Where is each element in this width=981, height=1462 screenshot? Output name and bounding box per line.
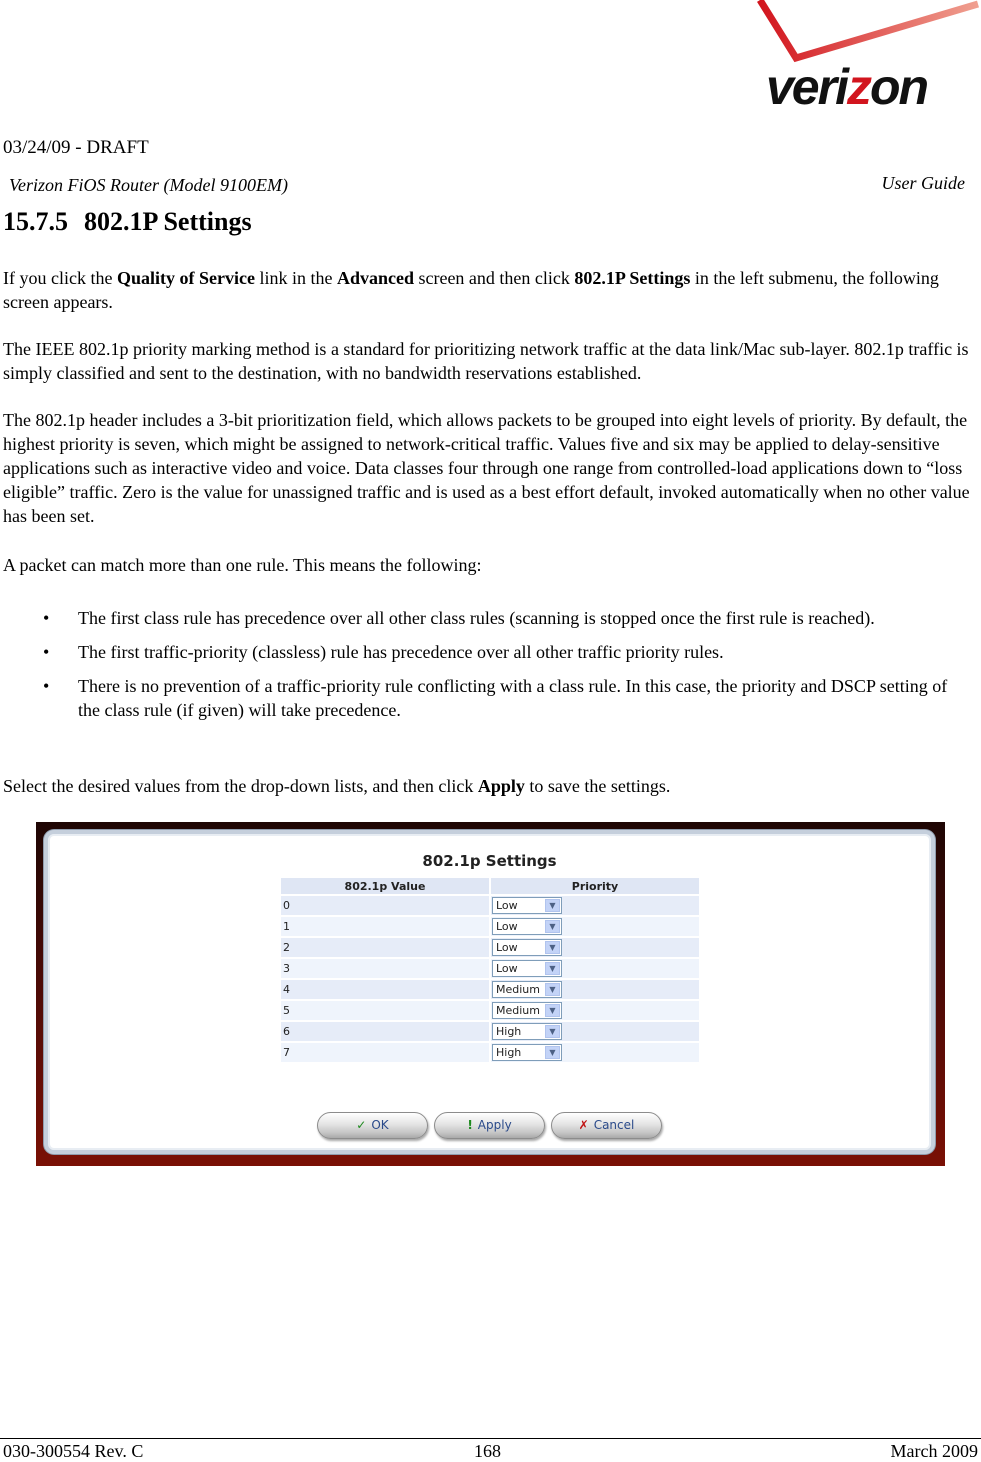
panel-title: 802.1p Settings xyxy=(422,852,557,870)
button-row: ✓ OK ! Apply ✗ Cancel xyxy=(48,1112,931,1139)
table-row: 1 Low ▼ xyxy=(281,916,699,938)
settings-screenshot: 802.1p Settings 802.1p Value Priority 0L… xyxy=(36,822,945,1166)
list-item: • The first class rule has precedence ove… xyxy=(43,608,875,628)
section-heading: 15.7.5 802.1P Settings xyxy=(3,207,252,237)
priority-cell: Low ▼ xyxy=(489,895,699,917)
priority-value-cell: 0 xyxy=(281,895,490,917)
ieee-paragraph: The IEEE 802.1p priority marking method … xyxy=(3,339,969,383)
priority-table: 802.1p Value Priority 0 Low ▼ 1 Low ▼ 2 Low ▼ 3 Lo… xyxy=(281,878,699,1064)
priority-selected-value: Medium xyxy=(496,983,540,996)
bullet-icon: • xyxy=(43,608,50,628)
priority-select[interactable]: High ▼ xyxy=(492,1023,562,1040)
logo-wordmark: verizon xyxy=(766,59,929,115)
chevron-down-icon[interactable]: ▼ xyxy=(545,1004,560,1017)
intro-paragraph: If you click the Quality of Service link… xyxy=(3,268,939,312)
rules-list: • The first class rule has precedence ove… xyxy=(0,606,981,732)
model-label: Verizon FiOS Router (Model 9100EM) xyxy=(9,175,288,195)
priority-cell: Low ▼ xyxy=(489,916,699,938)
priority-cell: Low ▼ xyxy=(489,958,699,980)
chevron-down-icon[interactable]: ▼ xyxy=(545,1025,560,1038)
priority-select[interactable]: Low ▼ xyxy=(492,918,562,935)
chevron-down-icon[interactable]: ▼ xyxy=(545,983,560,996)
ok-button[interactable]: ✓ OK xyxy=(317,1112,428,1139)
bullet-icon: • xyxy=(43,676,50,696)
priority-selected-value: High xyxy=(496,1046,522,1059)
priority-selected-value: Low xyxy=(496,899,518,912)
chevron-down-icon[interactable]: ▼ xyxy=(545,1046,560,1059)
priority-select[interactable]: Medium ▼ xyxy=(492,1002,562,1019)
priority-selected-value: Low xyxy=(496,920,518,933)
chevron-down-icon[interactable]: ▼ xyxy=(545,920,560,933)
table-row: 0 Low ▼ xyxy=(281,895,699,917)
table-row: 6 High ▼ xyxy=(281,1021,699,1043)
priority-selected-value: Low xyxy=(496,941,518,954)
priority-selected-value: Medium xyxy=(496,1004,540,1017)
chevron-down-icon[interactable]: ▼ xyxy=(545,941,560,954)
priority-cell: Low ▼ xyxy=(489,937,699,959)
chevron-down-icon[interactable]: ▼ xyxy=(545,962,560,975)
doc-number: 030-300554 Rev. C xyxy=(3,1441,144,1461)
priority-value-cell: 2 xyxy=(281,937,490,959)
draft-label: 03/24/09 - DRAFT xyxy=(3,137,149,158)
guide-label: User Guide xyxy=(881,173,966,193)
list-item: • The first traffic-priority (classless) … xyxy=(43,642,724,662)
priority-cell: Medium ▼ xyxy=(489,979,699,1001)
bullet-icon: • xyxy=(43,642,50,662)
table-row: 3 Low ▼ xyxy=(281,958,699,980)
priority-cell: High ▼ xyxy=(489,1021,699,1043)
priority-value-cell: 4 xyxy=(281,979,490,1001)
section-number: 15.7.5 xyxy=(3,207,68,236)
header-paragraph: The 802.1p header includes a 3-bit prior… xyxy=(3,410,970,526)
list-item: • There is no prevention of a traffic-pri… xyxy=(43,676,948,720)
verizon-logo: verizon xyxy=(752,0,981,118)
priority-value-cell: 3 xyxy=(281,958,490,980)
priority-select[interactable]: High ▼ xyxy=(492,1044,562,1061)
priority-select[interactable]: Low ▼ xyxy=(492,939,562,956)
column-header-value: 802.1p Value xyxy=(281,878,490,896)
cancel-button[interactable]: ✗ Cancel xyxy=(551,1112,662,1139)
priority-select[interactable]: Low ▼ xyxy=(492,960,562,977)
page-number: 168 xyxy=(474,1441,501,1461)
priority-value-cell: 7 xyxy=(281,1042,490,1064)
priority-cell: Medium ▼ xyxy=(489,1000,699,1022)
doc-date: March 2009 xyxy=(890,1441,978,1461)
priority-cell: High ▼ xyxy=(489,1042,699,1064)
table-header-row: 802.1p Value Priority xyxy=(281,878,699,896)
footer-divider xyxy=(0,1438,981,1439)
priority-value-cell: 5 xyxy=(281,1000,490,1022)
priority-selected-value: High xyxy=(496,1025,522,1038)
chevron-down-icon[interactable]: ▼ xyxy=(545,899,560,912)
exclamation-icon: ! xyxy=(467,1118,473,1132)
priority-value-cell: 6 xyxy=(281,1021,490,1043)
priority-value-cell: 1 xyxy=(281,916,490,938)
table-row: 4 Medium ▼ xyxy=(281,979,699,1001)
x-icon: ✗ xyxy=(578,1118,589,1132)
settings-panel: 802.1p Settings 802.1p Value Priority 0L… xyxy=(44,830,935,1154)
section-title: 802.1P Settings xyxy=(84,207,252,236)
priority-select[interactable]: Medium ▼ xyxy=(492,981,562,998)
priority-select[interactable]: Low ▼ xyxy=(492,897,562,914)
table-row: 5 Medium ▼ xyxy=(281,1000,699,1022)
table-row: 2 Low ▼ xyxy=(281,937,699,959)
check-icon: ✓ xyxy=(356,1118,367,1132)
priority-selected-value: Low xyxy=(496,962,518,975)
instruction-paragraph: Select the desired values from the drop-… xyxy=(3,776,671,796)
column-header-priority: Priority xyxy=(489,878,699,896)
apply-button[interactable]: ! Apply xyxy=(434,1112,545,1139)
rules-intro-paragraph: A packet can match more than one rule. T… xyxy=(3,555,482,575)
table-row: 7 High ▼ xyxy=(281,1042,699,1064)
